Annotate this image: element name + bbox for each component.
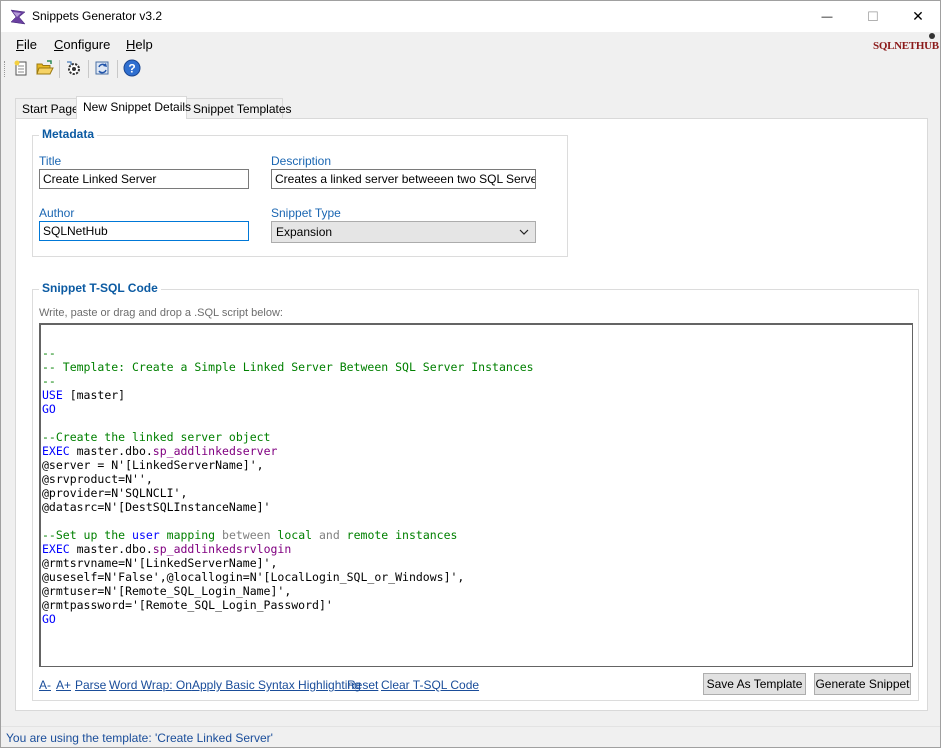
settings-icon — [65, 59, 83, 80]
svg-text:?: ? — [128, 61, 135, 75]
tsql-code-group: Snippet T-SQL Code Write, paste or drag … — [32, 281, 919, 701]
code-line: @server = N'[LinkedServerName]', — [42, 458, 264, 472]
app-window: Snippets Generator v3.2 — ☐ ✕ File Confi… — [0, 0, 941, 748]
code-line: -- Template: Create a Simple Linked Serv… — [42, 360, 534, 374]
code-line: @useself=N'False',@locallogin=N'[LocalLo… — [42, 570, 465, 584]
metadata-group-title: Metadata — [39, 127, 98, 141]
code-line: EXEC master.dbo.sp_addlinkedserver — [42, 444, 278, 458]
sqlnethub-logo: SQLNETHUB — [871, 33, 939, 55]
toolbar: ? — [1, 56, 940, 82]
minimize-icon: — — [821, 10, 833, 23]
reset-link[interactable]: Reset — [347, 678, 378, 692]
description-field[interactable]: Creates a linked server betweeen two SQL… — [271, 169, 536, 189]
snippet-type-value: Expansion — [276, 225, 333, 239]
maximize-icon: ☐ — [867, 8, 879, 24]
clear-code-link[interactable]: Clear T-SQL Code — [381, 678, 479, 692]
open-button[interactable] — [35, 59, 55, 79]
snippet-type-label: Snippet Type — [271, 206, 341, 220]
help-icon: ? — [123, 59, 141, 80]
word-wrap-link[interactable]: Word Wrap: On — [109, 678, 192, 692]
window-title: Snippets Generator v3.2 — [32, 9, 163, 23]
tab-label: Start Page — [22, 102, 79, 116]
description-label: Description — [271, 154, 332, 168]
code-line: GO — [42, 402, 56, 416]
menu-configure[interactable]: Configure — [54, 37, 110, 52]
configure-button[interactable] — [64, 59, 84, 79]
tsql-code-editor[interactable]: -- -- Template: Create a Simple Linked Se… — [39, 323, 913, 667]
author-field[interactable]: SQLNetHub — [39, 221, 249, 241]
tab-new-snippet-details[interactable]: New Snippet Details — [76, 96, 191, 119]
code-line: EXEC master.dbo.sp_addlinkedsrvlogin — [42, 542, 292, 556]
status-text: You are using the template: 'Create Link… — [6, 731, 273, 745]
font-decrease-link[interactable]: A- — [39, 678, 51, 692]
help-button[interactable]: ? — [122, 59, 142, 79]
menu-help[interactable]: Help — [126, 37, 153, 52]
syntax-highlight-link[interactable]: Apply Basic Syntax Highlighting — [192, 678, 361, 692]
minimize-button[interactable]: — — [804, 1, 850, 32]
maximize-button[interactable]: ☐ — [850, 1, 896, 32]
code-line: -- — [42, 346, 56, 360]
title-bar: Snippets Generator v3.2 — ☐ ✕ — [1, 1, 940, 32]
refresh-button[interactable] — [93, 59, 113, 79]
code-line: @srvproduct=N'', — [42, 472, 153, 486]
parse-link[interactable]: Parse — [75, 678, 106, 692]
close-icon: ✕ — [912, 8, 924, 24]
menu-bar: File Configure Help — [1, 33, 940, 55]
code-line: --Create the linked server object — [42, 430, 271, 444]
code-line: @datasrc=N'[DestSQLInstanceName]' — [42, 500, 271, 514]
menu-file[interactable]: File — [16, 37, 37, 52]
code-lines: -- -- Template: Create a Simple Linked Se… — [41, 325, 912, 626]
metadata-group: Metadata Title Create Linked Server Desc… — [32, 127, 568, 257]
tab-panel-new-snippet: Metadata Title Create Linked Server Desc… — [15, 118, 928, 711]
tab-label: Snippet Templates — [193, 102, 292, 116]
code-line: @provider=N'SQLNCLI', — [42, 486, 188, 500]
code-line: --Set up the user mapping between local … — [42, 528, 458, 542]
toolbar-separator — [88, 60, 89, 78]
close-button[interactable]: ✕ — [895, 1, 941, 32]
title-field[interactable]: Create Linked Server — [39, 169, 249, 189]
new-snippet-button[interactable] — [11, 59, 31, 79]
code-line: USE [master] — [42, 388, 126, 402]
code-line: @rmtuser=N'[Remote_SQL_Login_Name]', — [42, 584, 292, 598]
tab-label: New Snippet Details — [83, 100, 192, 114]
author-label: Author — [39, 206, 75, 220]
status-bar: You are using the template: 'Create Link… — [1, 726, 940, 747]
app-icon — [10, 9, 26, 25]
tab-snippet-templates[interactable]: Snippet Templates — [186, 98, 292, 118]
code-hint: Write, paste or drag and drop a .SQL scr… — [39, 307, 283, 319]
title-label: Title — [39, 154, 62, 168]
code-line: GO — [42, 612, 56, 626]
code-line: @rmtpassword='[Remote_SQL_Login_Password… — [42, 598, 333, 612]
new-file-icon — [13, 60, 29, 79]
font-increase-link[interactable]: A+ — [56, 678, 71, 692]
toolbar-separator — [117, 60, 118, 78]
tsql-group-title: Snippet T-SQL Code — [39, 281, 161, 295]
refresh-icon — [94, 59, 112, 80]
tab-start-page[interactable]: Start Page — [15, 98, 79, 118]
code-line: @rmtsrvname=N'[LinkedServerName]', — [42, 556, 278, 570]
snippet-type-select[interactable]: Expansion — [271, 221, 536, 243]
toolbar-separator — [59, 60, 60, 78]
open-folder-icon — [36, 59, 54, 79]
generate-snippet-button[interactable]: Generate Snippet — [814, 673, 911, 695]
code-line: -- — [42, 374, 56, 388]
save-as-template-button[interactable]: Save As Template — [703, 673, 806, 695]
toolbar-grip — [4, 61, 7, 77]
chevron-down-icon — [519, 225, 529, 242]
